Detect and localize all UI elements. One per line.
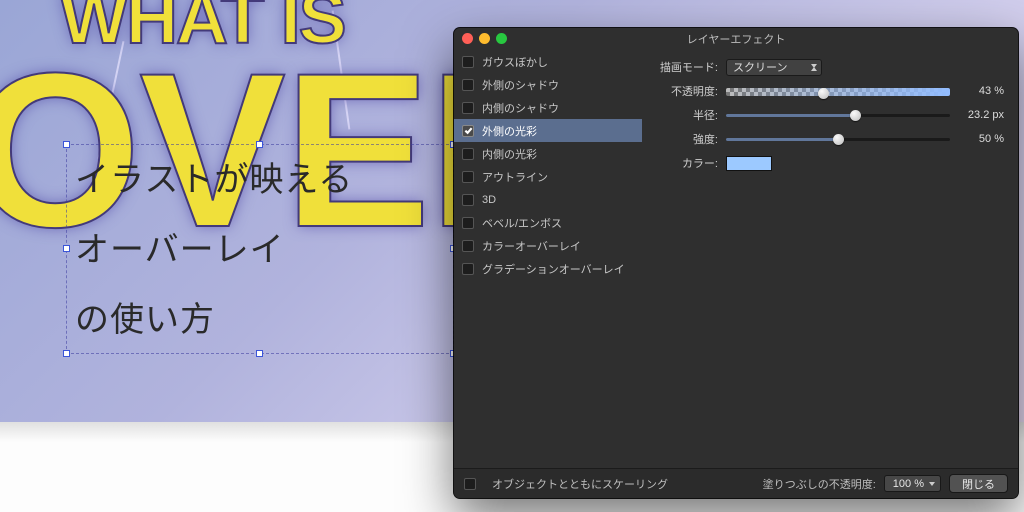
text-line-3: の使い方 — [67, 285, 453, 355]
layer-effects-panel: レイヤーエフェクト ガウスぼかし外側のシャドウ内側のシャドウ外側の光彩内側の光彩… — [454, 28, 1018, 498]
window-close-icon[interactable] — [462, 33, 473, 44]
effect-checkbox[interactable] — [462, 125, 474, 137]
resize-handle[interactable] — [63, 245, 70, 252]
effect-label: ガウスぼかし — [482, 54, 548, 70]
effect-controls: 描画モード: スクリーン 不透明度: 43 % 半径: — [642, 50, 1018, 468]
radius-slider[interactable] — [726, 108, 950, 122]
color-label: カラー: — [646, 155, 726, 171]
effect-item[interactable]: 3D — [454, 188, 642, 211]
window-minimize-icon[interactable] — [479, 33, 490, 44]
effect-item[interactable]: アウトライン — [454, 165, 642, 188]
fill-opacity-select[interactable]: 100 % — [884, 475, 941, 492]
blend-mode-label: 描画モード: — [646, 59, 726, 75]
effect-checkbox[interactable] — [462, 148, 474, 160]
blend-mode-select[interactable]: スクリーン — [726, 59, 822, 76]
intensity-slider[interactable] — [726, 132, 950, 146]
effect-item[interactable]: ガウスぼかし — [454, 50, 642, 73]
effect-item[interactable]: 内側の光彩 — [454, 142, 642, 165]
effect-item[interactable]: 外側の光彩 — [454, 119, 642, 142]
resize-handle[interactable] — [256, 141, 263, 148]
selected-text-object[interactable]: イラストが映える オーバーレイ の使い方 — [66, 144, 454, 354]
radius-value: 23.2 px — [950, 109, 1004, 121]
opacity-slider[interactable] — [726, 84, 950, 98]
effect-label: カラーオーバーレイ — [482, 238, 581, 254]
radius-label: 半径: — [646, 107, 726, 123]
color-swatch[interactable] — [726, 156, 772, 171]
effect-checkbox[interactable] — [462, 171, 474, 183]
effect-label: 外側の光彩 — [482, 123, 537, 139]
effect-checkbox[interactable] — [462, 240, 474, 252]
effect-label: 外側のシャドウ — [482, 77, 559, 93]
opacity-value: 43 % — [950, 85, 1004, 97]
intensity-value: 50 % — [950, 133, 1004, 145]
scale-with-object-checkbox[interactable] — [464, 478, 476, 490]
close-button[interactable]: 閉じる — [949, 474, 1008, 493]
window-zoom-icon[interactable] — [496, 33, 507, 44]
resize-handle[interactable] — [63, 141, 70, 148]
text-line-2: オーバーレイ — [67, 215, 453, 285]
effect-item[interactable]: 外側のシャドウ — [454, 73, 642, 96]
effect-label: ベベル/エンボス — [482, 215, 562, 231]
effect-checkbox[interactable] — [462, 102, 474, 114]
effect-label: 内側のシャドウ — [482, 100, 559, 116]
resize-handle[interactable] — [256, 350, 263, 357]
panel-titlebar[interactable]: レイヤーエフェクト — [454, 28, 1018, 50]
effect-item[interactable]: グラデーションオーバーレイ — [454, 257, 642, 280]
effect-checkbox[interactable] — [462, 79, 474, 91]
scale-with-object-label: オブジェクトとともにスケーリング — [492, 476, 668, 492]
effect-label: グラデーションオーバーレイ — [482, 261, 625, 277]
effect-item[interactable]: ベベル/エンボス — [454, 211, 642, 234]
panel-title: レイヤーエフェクト — [687, 31, 786, 47]
effect-label: 内側の光彩 — [482, 146, 537, 162]
opacity-label: 不透明度: — [646, 83, 726, 99]
effect-item[interactable]: カラーオーバーレイ — [454, 234, 642, 257]
effect-checkbox[interactable] — [462, 194, 474, 206]
fill-opacity-value: 100 % — [893, 478, 924, 490]
resize-handle[interactable] — [63, 350, 70, 357]
effects-list: ガウスぼかし外側のシャドウ内側のシャドウ外側の光彩内側の光彩アウトライン 3D ベベ… — [454, 50, 642, 468]
intensity-label: 強度: — [646, 131, 726, 147]
panel-footer: オブジェクトとともにスケーリング 塗りつぶしの不透明度: 100 % 閉じる — [454, 468, 1018, 498]
fill-opacity-label: 塗りつぶしの不透明度: — [763, 476, 876, 492]
text-line-1: イラストが映える — [67, 145, 453, 215]
effect-label: 3D — [482, 194, 496, 206]
blend-mode-value: スクリーン — [733, 59, 787, 75]
effect-item[interactable]: 内側のシャドウ — [454, 96, 642, 119]
effect-checkbox[interactable] — [462, 263, 474, 275]
effect-label: アウトライン — [482, 169, 548, 185]
effect-checkbox[interactable] — [462, 217, 474, 229]
effect-checkbox[interactable] — [462, 56, 474, 68]
